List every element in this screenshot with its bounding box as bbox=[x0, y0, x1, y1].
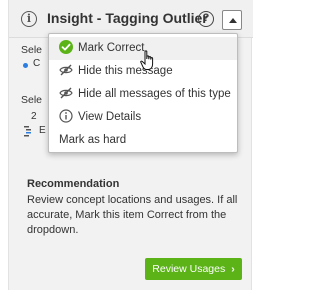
actions-dropdown-toggle[interactable] bbox=[222, 10, 242, 30]
menu-item-view-details[interactable]: View Details bbox=[49, 106, 237, 129]
chevron-right-icon: › bbox=[231, 263, 235, 275]
review-usages-button[interactable]: Review Usages › bbox=[145, 258, 242, 280]
eye-slash-icon bbox=[59, 64, 73, 76]
hand-cursor-icon bbox=[140, 50, 154, 70]
list-text-fragment: 2 bbox=[31, 111, 37, 122]
menu-item-label: Mark Correct bbox=[78, 42, 145, 54]
selection-label: Sele bbox=[21, 44, 43, 56]
check-circle-icon bbox=[59, 40, 73, 54]
panel-title: Insight - Tagging Outlier bbox=[47, 10, 208, 26]
eye-slash-icon bbox=[59, 87, 73, 99]
recommendation-text: Review concept locations and usages. If … bbox=[27, 194, 238, 236]
selection-label-2: Sele bbox=[21, 94, 43, 106]
bullet-text-fragment: C bbox=[33, 58, 41, 69]
review-usages-label: Review Usages bbox=[152, 263, 226, 275]
menu-item-label: Hide all messages of this type bbox=[78, 88, 231, 100]
list-tree-icon bbox=[24, 126, 31, 137]
menu-item-hide-all-messages[interactable]: Hide all messages of this type bbox=[49, 83, 237, 106]
info-icon: i bbox=[21, 11, 37, 27]
menu-item-label: View Details bbox=[78, 111, 142, 123]
menu-item-label: Mark as hard bbox=[59, 134, 127, 146]
help-icon[interactable]: ? bbox=[198, 11, 214, 27]
menu-item-mark-as-hard[interactable]: Mark as hard bbox=[49, 129, 237, 152]
bullet-icon bbox=[23, 63, 28, 68]
menu-item-label: Hide this message bbox=[78, 65, 173, 77]
info-circle-icon bbox=[59, 109, 73, 123]
recommendation-title: Recommendation bbox=[27, 178, 120, 190]
caret-up-icon bbox=[229, 18, 237, 23]
list-text-fragment-2: E bbox=[39, 125, 46, 136]
